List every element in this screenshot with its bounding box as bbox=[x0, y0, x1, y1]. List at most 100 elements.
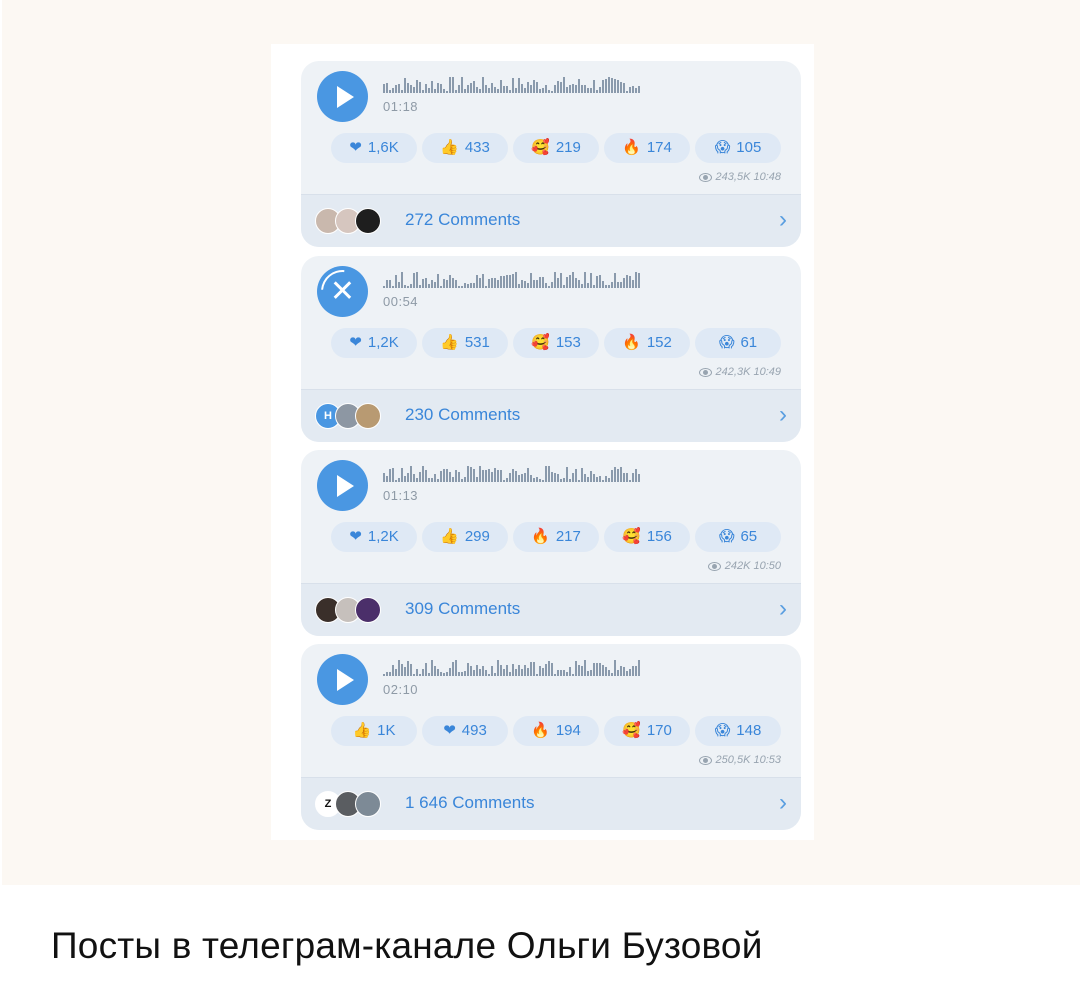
play-button[interactable] bbox=[317, 654, 368, 705]
avatar bbox=[355, 597, 381, 623]
reaction-count: 174 bbox=[646, 139, 672, 156]
eye-icon bbox=[698, 755, 712, 765]
thumbs-up-icon: 👍 bbox=[440, 334, 459, 351]
chevron-right-icon: › bbox=[779, 789, 787, 816]
fire-icon: 🔥 bbox=[622, 334, 641, 351]
commenter-avatars: H bbox=[315, 403, 395, 431]
comments-count: 272 Comments bbox=[405, 210, 521, 229]
thumbs-up-icon: 👍 bbox=[440, 139, 459, 156]
views-text: 242K 10:50 bbox=[724, 560, 781, 572]
screenshot-backdrop: 01:18 ❤ 1,6K 👍 433 🥰 219 🔥 174 😱 105 243,5K 10:48… bbox=[2, 0, 1080, 885]
reaction-chip[interactable]: 🥰 170 bbox=[604, 716, 690, 746]
thumbs-up-icon: 👍 bbox=[440, 528, 459, 545]
reaction-count: 1,2K bbox=[367, 334, 399, 351]
play-button[interactable] bbox=[317, 71, 368, 122]
avatar bbox=[355, 208, 381, 234]
views-timestamp: 243,5K 10:48 bbox=[698, 171, 781, 183]
reaction-chip[interactable]: 🔥 174 bbox=[604, 133, 690, 163]
comments-bar[interactable]: 309 Comments › bbox=[301, 583, 801, 636]
heart-icon: ❤ bbox=[349, 139, 362, 156]
commenter-avatars bbox=[315, 597, 395, 625]
reaction-chip[interactable]: 😱 61 bbox=[695, 328, 781, 358]
voice-post: 01:18 ❤ 1,6K 👍 433 🥰 219 🔥 174 😱 105 243,5K 10:48… bbox=[301, 61, 801, 247]
reaction-chip[interactable]: ❤ 1,6K bbox=[331, 133, 417, 163]
voice-duration: 01:18 bbox=[383, 99, 419, 114]
reaction-count: 1,6K bbox=[367, 139, 399, 156]
comments-bar[interactable]: Z 1 646 Comments › bbox=[301, 777, 801, 830]
reaction-count: 148 bbox=[736, 722, 762, 739]
comments-count: 309 Comments bbox=[405, 599, 521, 618]
reaction-chip[interactable]: 👍 299 bbox=[422, 522, 508, 552]
reaction-chip[interactable]: ❤ 493 bbox=[422, 716, 508, 746]
scream-face-icon: 😱 bbox=[718, 334, 735, 351]
reaction-chip[interactable]: 👍 1K bbox=[331, 716, 417, 746]
chevron-right-icon: › bbox=[779, 401, 787, 428]
heart-icon: ❤ bbox=[349, 528, 362, 545]
reaction-count: 156 bbox=[646, 528, 672, 545]
reaction-count: 433 bbox=[464, 139, 490, 156]
voice-duration: 01:13 bbox=[383, 488, 419, 503]
hearts-face-icon: 🥰 bbox=[531, 139, 550, 156]
avatar bbox=[355, 403, 381, 429]
reaction-count: 1K bbox=[377, 722, 396, 739]
scream-face-icon: 😱 bbox=[714, 722, 731, 739]
voice-waveform[interactable] bbox=[383, 75, 643, 93]
reactions-row: ❤ 1,2K 👍 299 🔥 217 🥰 156 😱 65 bbox=[331, 522, 786, 552]
views-text: 250,5K 10:53 bbox=[715, 754, 781, 766]
reaction-chip[interactable]: 🔥 152 bbox=[604, 328, 690, 358]
reaction-count: 219 bbox=[555, 139, 581, 156]
heart-icon: ❤ bbox=[443, 722, 456, 739]
reaction-chip[interactable]: 😱 65 bbox=[695, 522, 781, 552]
reaction-count: 217 bbox=[555, 528, 581, 545]
views-text: 242,3K 10:49 bbox=[715, 366, 781, 378]
eye-icon bbox=[698, 367, 712, 377]
reaction-count: 153 bbox=[555, 334, 581, 351]
heart-icon: ❤ bbox=[349, 334, 362, 351]
eye-icon bbox=[698, 172, 712, 182]
reaction-chip[interactable]: 😱 105 bbox=[695, 133, 781, 163]
play-button[interactable] bbox=[317, 460, 368, 511]
cancel-download-button[interactable]: ✕ bbox=[312, 261, 373, 322]
reaction-chip[interactable]: 😱 148 bbox=[695, 716, 781, 746]
reaction-chip[interactable]: 🥰 153 bbox=[513, 328, 599, 358]
reaction-chip[interactable]: ❤ 1,2K bbox=[331, 522, 417, 552]
telegram-screenshot: 01:18 ❤ 1,6K 👍 433 🥰 219 🔥 174 😱 105 243,5K 10:48… bbox=[271, 44, 814, 840]
commenter-avatars: Z bbox=[315, 791, 395, 819]
views-text: 243,5K 10:48 bbox=[715, 171, 781, 183]
play-icon bbox=[337, 86, 354, 108]
reaction-count: 299 bbox=[464, 528, 490, 545]
reactions-row: ❤ 1,6K 👍 433 🥰 219 🔥 174 😱 105 bbox=[331, 133, 786, 163]
commenter-avatars bbox=[315, 208, 395, 236]
comments-bar[interactable]: 272 Comments › bbox=[301, 194, 801, 247]
reaction-chip[interactable]: 🔥 217 bbox=[513, 522, 599, 552]
play-icon bbox=[337, 475, 354, 497]
voice-post: 02:10 👍 1K ❤ 493 🔥 194 🥰 170 😱 148 250,5K 10:53 Z… bbox=[301, 644, 801, 830]
reaction-chip[interactable]: 🥰 156 bbox=[604, 522, 690, 552]
comments-count: 1 646 Comments bbox=[405, 793, 535, 812]
reaction-chip[interactable]: 🔥 194 bbox=[513, 716, 599, 746]
chevron-right-icon: › bbox=[779, 595, 787, 622]
views-timestamp: 250,5K 10:53 bbox=[698, 754, 781, 766]
voice-waveform[interactable] bbox=[383, 270, 643, 288]
scream-face-icon: 😱 bbox=[718, 528, 735, 545]
fire-icon: 🔥 bbox=[622, 139, 641, 156]
reaction-chip[interactable]: 👍 433 bbox=[422, 133, 508, 163]
thumbs-up-icon: 👍 bbox=[352, 722, 372, 739]
voice-waveform[interactable] bbox=[383, 464, 643, 482]
hearts-face-icon: 🥰 bbox=[622, 722, 641, 739]
avatar bbox=[355, 791, 381, 817]
comments-bar[interactable]: H 230 Comments › bbox=[301, 389, 801, 442]
reaction-count: 105 bbox=[736, 139, 762, 156]
reaction-chip[interactable]: 👍 531 bbox=[422, 328, 508, 358]
image-caption: Посты в телеграм-канале Ольги Бузовой bbox=[51, 925, 763, 966]
scream-face-icon: 😱 bbox=[714, 139, 731, 156]
reaction-count: 493 bbox=[461, 722, 487, 739]
reaction-chip[interactable]: 🥰 219 bbox=[513, 133, 599, 163]
reaction-count: 170 bbox=[646, 722, 672, 739]
voice-duration: 02:10 bbox=[383, 682, 419, 697]
reactions-row: ❤ 1,2K 👍 531 🥰 153 🔥 152 😱 61 bbox=[331, 328, 786, 358]
reaction-chip[interactable]: ❤ 1,2K bbox=[331, 328, 417, 358]
voice-waveform[interactable] bbox=[383, 658, 643, 676]
fire-icon: 🔥 bbox=[531, 528, 550, 545]
reaction-count: 194 bbox=[555, 722, 581, 739]
